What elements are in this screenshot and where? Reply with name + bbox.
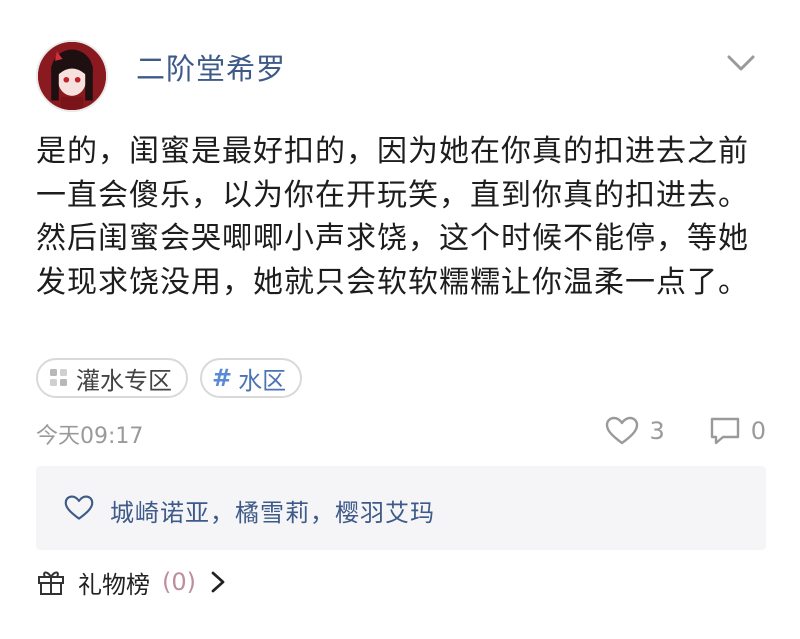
post-content: 是的，闺蜜是最好扣的，因为她在你真的扣进去之前一直会傻乐，以为你在开玩笑，直到你… xyxy=(36,134,749,300)
post-meta: 今天09:17 3 0 xyxy=(36,416,766,449)
tag-label: 灌水专区 xyxy=(76,366,172,395)
heart-icon[interactable] xyxy=(605,416,639,446)
tag-label: 水区 xyxy=(238,366,287,395)
avatar[interactable] xyxy=(36,40,108,112)
post-time: 今天09:17 xyxy=(36,424,144,449)
liked-by-names[interactable]: 城崎诺亚，橘雪莉，樱羽艾玛 xyxy=(110,493,435,528)
gift-icon xyxy=(38,571,64,595)
gift-label: 礼物榜 xyxy=(78,570,150,599)
heart-outline-icon xyxy=(64,495,94,520)
chevron-down-icon[interactable] xyxy=(726,52,756,74)
hash-icon: # xyxy=(212,364,233,392)
comment-count: 0 xyxy=(750,417,766,445)
tag-list: 灌水专区 # 水区 xyxy=(36,358,303,398)
post-stats: 3 0 xyxy=(605,416,766,446)
username[interactable]: 二阶堂希罗 xyxy=(136,46,286,88)
post-header: 二阶堂希罗 xyxy=(36,36,766,116)
chevron-right-icon xyxy=(211,571,225,593)
gift-count: (0) xyxy=(162,568,196,596)
tag-topic[interactable]: # 水区 xyxy=(200,358,303,398)
grid-icon xyxy=(50,369,67,386)
avatar-image xyxy=(38,42,106,110)
liked-by-box: 城崎诺亚，橘雪莉，樱羽艾玛 xyxy=(36,466,766,550)
gift-ranking[interactable]: 礼物榜 (0) xyxy=(36,564,226,600)
tag-category[interactable]: 灌水专区 xyxy=(36,358,188,398)
like-count: 3 xyxy=(649,417,665,445)
comment-icon[interactable] xyxy=(709,416,741,446)
